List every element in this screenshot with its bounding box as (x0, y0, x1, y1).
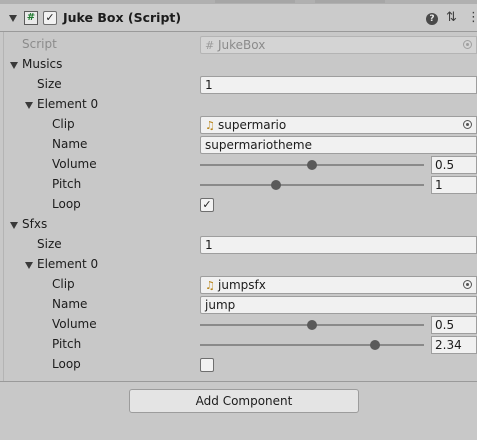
sfxs-clip-label: Clip (52, 277, 75, 291)
musics-volume-row: Volume 0.5 (0, 155, 477, 175)
musics-name-label: Name (52, 137, 88, 151)
script-label: Script (22, 37, 57, 51)
sfxs-volume-slider-thumb[interactable] (307, 320, 317, 330)
script-icon: # (24, 11, 38, 25)
sfxs-pitch-slider[interactable] (200, 344, 424, 346)
musics-pitch-label: Pitch (52, 177, 82, 191)
toolbar-tab (315, 0, 385, 3)
musics-expand-arrow-icon[interactable] (10, 62, 18, 69)
sfxs-clip-value: jumpsfx (218, 278, 266, 292)
sfxs-element-expand-arrow-icon[interactable] (25, 262, 33, 269)
musics-foldout[interactable]: Musics (0, 55, 477, 75)
sfxs-loop-row: Loop (0, 355, 477, 375)
sfxs-size-row: Size 1 (0, 235, 477, 255)
sfxs-volume-input[interactable]: 0.5 (431, 316, 477, 334)
sfxs-foldout[interactable]: Sfxs (0, 215, 477, 235)
musics-name-input[interactable]: supermariotheme (200, 136, 477, 154)
musics-element-label: Element 0 (37, 97, 99, 111)
musics-element-expand-arrow-icon[interactable] (25, 102, 33, 109)
musics-volume-label: Volume (52, 157, 97, 171)
musics-pitch-input[interactable]: 1 (431, 176, 477, 194)
sfxs-loop-checkbox[interactable] (200, 358, 214, 372)
musics-loop-row: Loop ✓ (0, 195, 477, 215)
musics-pitch-row: Pitch 1 (0, 175, 477, 195)
musics-element-foldout[interactable]: Element 0 (0, 95, 477, 115)
musics-size-row: Size 1 (0, 75, 477, 95)
component-header[interactable]: # ✓ Juke Box (Script) ? ⇅ ⋮ (0, 4, 477, 32)
collapse-arrow-icon[interactable] (9, 15, 17, 22)
component-enabled-checkbox[interactable]: ✓ (43, 11, 57, 25)
sfxs-pitch-row: Pitch 2.34 (0, 335, 477, 355)
more-vertical-icon[interactable]: ⋮ (467, 10, 477, 25)
musics-pitch-slider[interactable] (200, 184, 424, 186)
musics-loop-label: Loop (52, 197, 81, 211)
musics-size-input[interactable]: 1 (200, 76, 477, 94)
audio-clip-icon: ♫ (205, 279, 215, 292)
sfxs-volume-label: Volume (52, 317, 97, 331)
sfxs-expand-arrow-icon[interactable] (10, 222, 18, 229)
musics-loop-checkbox[interactable]: ✓ (200, 198, 214, 212)
script-value: JukeBox (218, 38, 266, 52)
musics-volume-slider-thumb[interactable] (307, 160, 317, 170)
add-component-button[interactable]: Add Component (129, 389, 359, 413)
sfxs-element-foldout[interactable]: Element 0 (0, 255, 477, 275)
component-title: Juke Box (Script) (63, 10, 182, 25)
sfxs-name-label: Name (52, 297, 88, 311)
sfxs-label: Sfxs (22, 217, 48, 231)
musics-clip-label: Clip (52, 117, 75, 131)
sfxs-volume-row: Volume 0.5 (0, 315, 477, 335)
musics-clip-field[interactable]: ♫ supermario (200, 116, 477, 134)
musics-label: Musics (22, 57, 63, 71)
help-icon[interactable]: ? (426, 13, 438, 25)
musics-size-label: Size (37, 77, 62, 91)
sfxs-element-label: Element 0 (37, 257, 99, 271)
musics-clip-row: Clip ♫ supermario (0, 115, 477, 135)
script-row: Script # JukeBox (0, 35, 477, 55)
sfxs-name-row: Name jump (0, 295, 477, 315)
script-asset-icon: # (205, 39, 215, 52)
object-picker-icon (463, 40, 472, 49)
musics-name-row: Name supermariotheme (0, 135, 477, 155)
sfxs-size-label: Size (37, 237, 62, 251)
musics-pitch-slider-thumb[interactable] (271, 180, 282, 190)
divider (0, 381, 477, 382)
sfxs-pitch-label: Pitch (52, 337, 82, 351)
object-picker-icon[interactable] (463, 120, 472, 129)
toolbar-tab (215, 0, 295, 3)
musics-clip-value: supermario (218, 118, 287, 132)
sfxs-pitch-slider-thumb[interactable] (369, 340, 380, 350)
audio-clip-icon: ♫ (205, 119, 215, 132)
sfxs-name-input[interactable]: jump (200, 296, 477, 314)
object-picker-icon[interactable] (463, 280, 472, 289)
musics-volume-input[interactable]: 0.5 (431, 156, 477, 174)
settings-sliders-icon[interactable]: ⇅ (446, 10, 457, 25)
sfxs-clip-field[interactable]: ♫ jumpsfx (200, 276, 477, 294)
sfxs-loop-label: Loop (52, 357, 81, 371)
sfxs-size-input[interactable]: 1 (200, 236, 477, 254)
script-field: # JukeBox (200, 36, 477, 54)
sfxs-clip-row: Clip ♫ jumpsfx (0, 275, 477, 295)
sfxs-pitch-input[interactable]: 2.34 (431, 336, 477, 354)
